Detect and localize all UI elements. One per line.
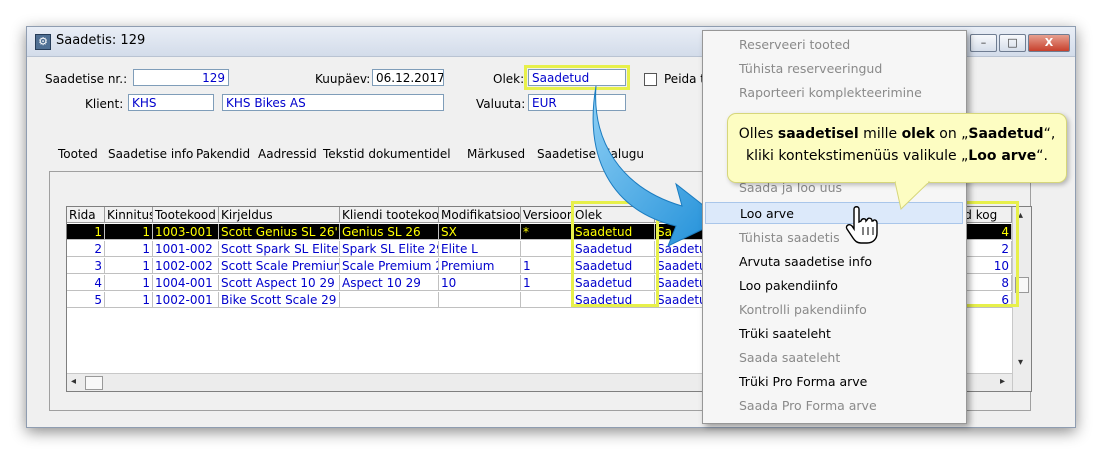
cell-kinnitus[interactable]: 1 [105,241,153,257]
cell-tootekood[interactable]: 1002-002 [153,258,219,274]
cell-versioon[interactable]: * [521,224,573,240]
col-header-versioon[interactable]: Versioon [521,207,573,223]
hand-cursor-icon [845,206,878,244]
cell-tootekood[interactable]: 1004-001 [153,275,219,291]
cell-kliendi-tootekood[interactable]: Genius SL 26 [340,224,439,240]
col-header-kinnitus[interactable]: Kinnitus [105,207,153,223]
cell-versioon[interactable] [521,241,573,257]
minimize-button[interactable]: – [970,34,997,52]
menu-item-loo-pakendiinfo[interactable]: Loo pakendiinfo [705,275,963,297]
col-header-kirjeldus[interactable]: Kirjeldus [219,207,340,223]
menu-item-saada-saateleht[interactable]: Saada saateleht [705,347,963,369]
cell-versioon[interactable]: 1 [521,258,573,274]
maximize-button[interactable]: □ [999,34,1026,52]
cell-rida[interactable]: 1 [67,224,105,240]
client-name-field[interactable]: KHS Bikes AS [222,94,444,111]
callout-bold: olek [901,126,935,142]
menu-item-reserveeri-tooted[interactable]: Reserveeri tooted [705,34,963,56]
menu-item-raporteeri-komplekteerimine[interactable]: Raporteeri komplekteerimine [705,82,963,104]
cell-kinnitus[interactable]: 1 [105,224,153,240]
cell-rida[interactable]: 5 [67,292,105,308]
cell-rida[interactable]: 2 [67,241,105,257]
tab-tooted[interactable]: Tooted [58,147,98,161]
callout-tail-icon [895,181,931,210]
cell-tootekood[interactable]: 1001-002 [153,241,219,257]
callout-bold: Saadetud [968,126,1044,142]
callout-text: “. [1036,148,1048,164]
tab-aadressid[interactable]: Aadressid [258,147,317,161]
menu-item-trüki-saateleht[interactable]: Trüki saateleht [705,323,963,345]
cell-kliendi-tootekood[interactable]: Aspect 10 29 [340,275,439,291]
cell-tootekood[interactable]: 1002-001 [153,292,219,308]
cell-kliendi-tootekood[interactable]: Spark SL Elite 29 [340,241,439,257]
col-header-tootekood[interactable]: Tootekood [153,207,219,223]
status-label: Olek: [493,72,525,86]
client-code-field[interactable]: KHS [128,94,214,111]
menu-item-trüki-pro-forma-arve[interactable]: Trüki Pro Forma arve [705,371,963,393]
scroll-up-icon[interactable]: ▴ [1018,210,1023,221]
callout-text: “, [1043,126,1056,142]
context-menu: Reserveeri tooted Tühista reserveeringud R… [702,30,967,424]
cell-olek[interactable]: Saadetud [573,258,655,274]
close-button[interactable]: X [1028,34,1070,52]
date-field[interactable]: 06.12.2017 [372,69,444,86]
tab-tekstid-dokumentidel[interactable]: Tekstid dokumentidel [323,147,451,161]
cell-modifikatsioon[interactable]: Elite L [439,241,521,257]
col-header-modifikatsioon[interactable]: Modifikatsioon [439,207,521,223]
cell-kirjeldus[interactable]: Scott Genius SL 26'' [219,224,340,240]
cell-tootekood[interactable]: 1003-001 [153,224,219,240]
cell-kinnitus[interactable]: 1 [105,292,153,308]
scroll-thumb[interactable] [85,376,103,390]
cell-olek[interactable]: Saadetud [573,275,655,291]
vscroll-thumb[interactable] [1015,277,1029,293]
window-title: Saadetis: 129 [56,33,146,48]
cell-modifikatsioon[interactable]: Premium [439,258,521,274]
vertical-scrollbar[interactable]: ▴ ▾ [1012,207,1031,391]
cell-kliendi-tootekood[interactable]: Scale Premium 26 [340,258,439,274]
cell-modifikatsioon[interactable]: 10 [439,275,521,291]
cell-kirjeldus[interactable]: Scott Scale Premium 2 [219,258,340,274]
cell-kirjeldus[interactable]: Scott Spark SL Elite 29 [219,241,340,257]
tab-markused[interactable]: Märkused [467,147,525,161]
cell-kinnitus[interactable]: 1 [105,258,153,274]
col-header-rida[interactable]: Rida [67,207,105,223]
callout-text: mille [858,126,902,142]
cell-kliendi-tootekood[interactable] [340,292,439,308]
tab-saadetise-info[interactable]: Saadetise info [108,147,193,161]
scroll-right-icon[interactable]: ▸ [1000,376,1005,387]
scroll-down-icon[interactable]: ▾ [1018,357,1023,368]
currency-label: Valuuta: [476,97,526,111]
cell-kinnitus[interactable]: 1 [105,275,153,291]
callout-bold: saadetisel [777,126,859,142]
shipment-nr-label: Saadetise nr.: [45,72,128,86]
shipment-nr-field[interactable]: 129 [133,69,229,86]
tab-pakendid[interactable]: Pakendid [196,147,250,161]
col-header-kliendi-tootekood[interactable]: Kliendi tootekood [340,207,439,223]
instruction-callout: Olles saadetisel mille olek on „Saadetud… [727,113,1067,183]
cell-modifikatsioon[interactable] [439,292,521,308]
menu-item-tühista-reserveeringud[interactable]: Tühista reserveeringud [705,58,963,80]
callout-text: kliki kontekstimenüüs valikule „ [746,148,969,164]
cell-rida[interactable]: 4 [67,275,105,291]
menu-item-arvuta-saadetise-info[interactable]: Arvuta saadetise info [705,251,963,273]
cell-modifikatsioon[interactable]: SX [439,224,521,240]
menu-item-saada-pro-forma-arve[interactable]: Saada Pro Forma arve [705,395,963,417]
callout-text: on „ [934,126,969,142]
cell-versioon[interactable] [521,292,573,308]
cell-olek[interactable]: Saadetud [573,292,655,308]
cell-rida[interactable]: 3 [67,258,105,274]
callout-bold: Loo arve [968,148,1037,164]
date-label: Kuupäev: [315,72,371,86]
app-icon: ⚙ [35,34,51,50]
client-label: Klient: [85,97,124,111]
cell-kirjeldus[interactable]: Scott Aspect 10 29 inc [219,275,340,291]
cell-kirjeldus[interactable]: Bike Scott Scale 29 inc [219,292,340,308]
callout-text: Olles [738,126,778,142]
menu-item-tühista-saadetis[interactable]: Tühista saadetis [705,227,963,249]
cell-versioon[interactable]: 1 [521,275,573,291]
scroll-left-icon[interactable]: ◂ [71,376,76,387]
menu-item-kontrolli-pakendiinfo[interactable]: Kontrolli pakendiinfo [705,299,963,321]
